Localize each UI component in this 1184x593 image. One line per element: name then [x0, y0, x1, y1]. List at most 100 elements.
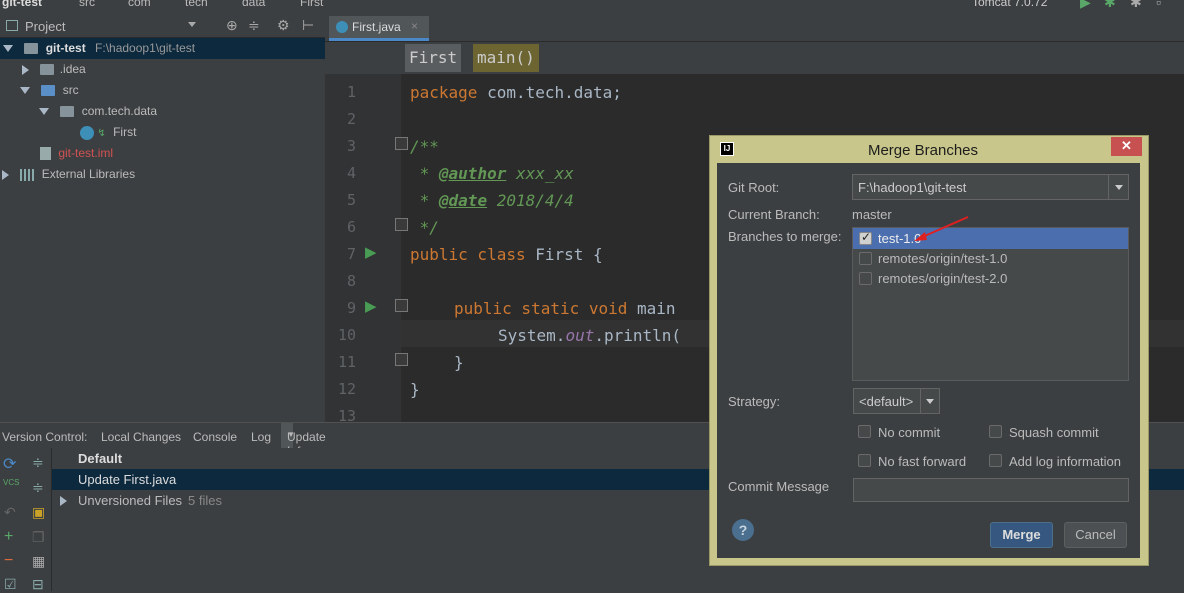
- merge-button[interactable]: Merge: [990, 522, 1053, 548]
- editor-breadcrumbs: First main(): [325, 42, 1184, 74]
- profile-icon[interactable]: ▫: [1156, 0, 1161, 10]
- diff-icon[interactable]: ▦: [32, 553, 45, 570]
- gear-icon[interactable]: ⚙: [277, 17, 290, 34]
- hide-panel-icon[interactable]: ⊢: [302, 17, 314, 34]
- tree-item-package[interactable]: com.tech.data: [39, 101, 157, 122]
- unversioned-label: Unversioned Files: [78, 493, 183, 508]
- line-number: 5: [346, 191, 356, 209]
- tree-item-path: F:\hadoop1\git-test: [95, 41, 196, 55]
- expand-arrow-icon[interactable]: [22, 64, 29, 75]
- tree-item-external-libraries[interactable]: External Libraries: [2, 164, 135, 185]
- scroll-from-source-icon[interactable]: ⊕: [226, 17, 238, 34]
- expand-arrow-icon[interactable]: [3, 45, 13, 53]
- tree-item-iml[interactable]: git-test.iml: [40, 143, 113, 164]
- run-config-selector[interactable]: Tomcat 7.0.72: [972, 0, 1047, 9]
- java-class-icon: [80, 125, 94, 140]
- git-root-select[interactable]: F:\hadoop1\git-test: [852, 174, 1129, 200]
- chevron-down-icon[interactable]: [926, 399, 934, 404]
- add-log-label[interactable]: Add log information: [1009, 454, 1121, 469]
- branch-item[interactable]: remotes/origin/test-2.0: [853, 269, 1128, 289]
- breadcrumb-method[interactable]: main(): [473, 44, 539, 72]
- branch-name: remotes/origin/test-2.0: [878, 271, 1008, 286]
- tree-item-src[interactable]: src: [20, 80, 79, 101]
- tree-view-icon[interactable]: ⊟: [32, 576, 44, 593]
- rollback-icon[interactable]: ↶: [4, 504, 16, 521]
- help-icon[interactable]: ?: [732, 519, 754, 541]
- commit-message-input[interactable]: [853, 478, 1129, 502]
- add-icon[interactable]: +: [4, 528, 13, 546]
- no-fast-forward-checkbox[interactable]: [858, 454, 871, 467]
- nav-item-src[interactable]: src: [79, 0, 95, 9]
- tree-item-idea[interactable]: .idea: [22, 59, 86, 80]
- nav-item-data[interactable]: data: [242, 0, 265, 9]
- branch-checkbox[interactable]: ✓: [859, 230, 872, 245]
- dialog-title: Merge Branches: [867, 142, 979, 159]
- refresh-icon[interactable]: ⟳: [3, 454, 16, 474]
- tab-update-info[interactable]: Update Info: 2018/4/4 1:16 ▼: [281, 423, 334, 486]
- package-icon: [60, 106, 75, 118]
- expand-arrow-icon[interactable]: [39, 108, 49, 116]
- checkbox-icon[interactable]: ☑: [4, 576, 17, 593]
- dropdown-arrow-icon[interactable]: ▼: [287, 430, 295, 439]
- fold-icon[interactable]: [395, 218, 408, 231]
- code-line-6: */: [410, 218, 439, 237]
- project-panel-title[interactable]: Project: [25, 19, 65, 34]
- debug-icon[interactable]: ✱: [1104, 0, 1116, 11]
- remove-icon[interactable]: −: [4, 552, 13, 570]
- branch-checkbox[interactable]: [859, 272, 872, 285]
- add-log-checkbox[interactable]: [989, 454, 1002, 467]
- fold-icon[interactable]: [395, 299, 408, 312]
- folder-icon: [40, 64, 55, 76]
- tab-local-changes[interactable]: Local Changes: [101, 430, 181, 444]
- tab-log[interactable]: Log: [251, 430, 271, 444]
- nav-project[interactable]: git-test: [2, 0, 42, 9]
- run-icon[interactable]: ▶: [1080, 0, 1091, 11]
- no-commit-label[interactable]: No commit: [878, 425, 940, 440]
- squash-commit-checkbox[interactable]: [989, 425, 1002, 438]
- code-text: com.tech.data;: [477, 83, 622, 102]
- no-commit-checkbox[interactable]: [858, 425, 871, 438]
- collapse-all-icon[interactable]: ≑: [248, 17, 260, 34]
- tab-first-java[interactable]: First.java ×: [329, 16, 429, 41]
- current-branch-value: master: [852, 207, 892, 222]
- tree-item-git-test[interactable]: git-test F:\hadoop1\git-test: [0, 38, 325, 59]
- fold-icon[interactable]: [395, 353, 408, 366]
- squash-commit-label[interactable]: Squash commit: [1009, 425, 1099, 440]
- breadcrumb-class[interactable]: First: [405, 44, 462, 72]
- run-class-gutter-icon[interactable]: ▶: [365, 243, 377, 261]
- close-tab-icon[interactable]: ×: [411, 19, 418, 33]
- expand-arrow-icon[interactable]: [20, 87, 30, 95]
- strategy-label: Strategy:: [728, 394, 781, 409]
- collapse-all-icon[interactable]: ≑: [32, 479, 44, 496]
- branch-item[interactable]: remotes/origin/test-1.0: [853, 249, 1128, 269]
- git-root-value: F:\hadoop1\git-test: [858, 180, 967, 195]
- libraries-icon: [20, 168, 37, 181]
- expand-all-icon[interactable]: ≑: [32, 454, 44, 471]
- nav-item-first[interactable]: First: [300, 0, 323, 9]
- group-icon[interactable]: ▣: [32, 504, 45, 521]
- branch-item[interactable]: ✓ test-1.0: [853, 228, 1128, 249]
- code-keyword: public class: [410, 245, 526, 264]
- code-line-3: /**: [410, 137, 439, 156]
- fold-icon[interactable]: [395, 137, 408, 150]
- tree-item-first[interactable]: ↯ First: [80, 122, 136, 143]
- expand-arrow-icon[interactable]: [60, 496, 67, 506]
- expand-arrow-icon[interactable]: [2, 169, 9, 180]
- run-method-gutter-icon[interactable]: ▶: [365, 297, 377, 315]
- source-folder-icon: [41, 85, 56, 97]
- view-dropdown-icon[interactable]: [188, 22, 196, 27]
- current-branch-label: Current Branch:: [728, 207, 820, 222]
- tree-item-label: git-test: [45, 41, 86, 55]
- coverage-icon[interactable]: ✱: [1130, 0, 1142, 11]
- vcs-commit-icon[interactable]: VCS: [3, 478, 19, 487]
- no-fast-forward-label[interactable]: No fast forward: [878, 454, 966, 469]
- tab-console[interactable]: Console: [193, 430, 237, 444]
- nav-item-tech[interactable]: tech: [185, 0, 208, 9]
- copy-icon[interactable]: ❐: [32, 529, 45, 546]
- cancel-button[interactable]: Cancel: [1064, 522, 1127, 548]
- close-button[interactable]: ✕: [1111, 137, 1142, 156]
- chevron-down-icon[interactable]: [1115, 185, 1123, 190]
- strategy-select[interactable]: <default>: [853, 388, 940, 414]
- nav-item-com[interactable]: com: [128, 0, 151, 9]
- branch-checkbox[interactable]: [859, 252, 872, 265]
